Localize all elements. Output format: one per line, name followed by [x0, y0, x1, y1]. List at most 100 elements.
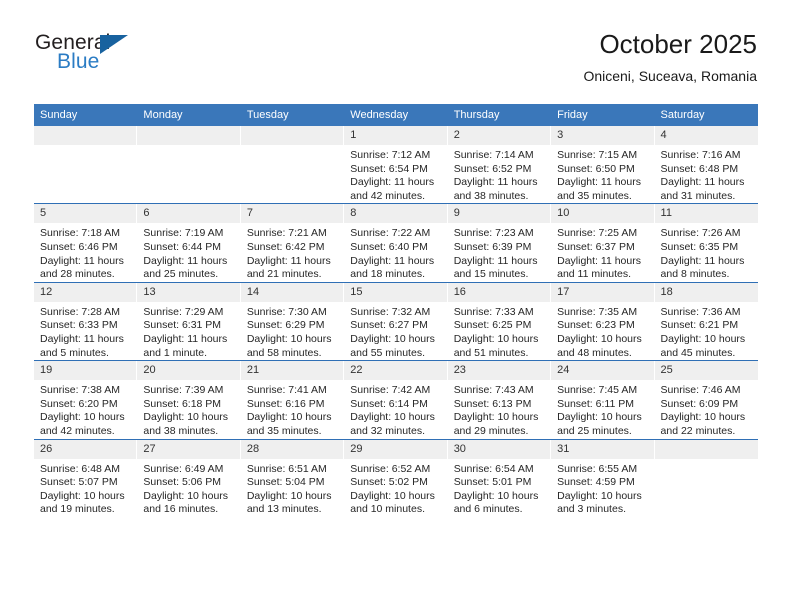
daylight-text-line2: and 15 minutes. — [453, 268, 529, 281]
daylight-text-line2: and 38 minutes. — [143, 424, 219, 437]
daylight-text-line2: and 16 minutes. — [143, 503, 219, 516]
daylight-text-line1: Daylight: 11 hours — [557, 254, 641, 267]
sunrise-text: Sunrise: 7:39 AM — [143, 384, 224, 397]
daylight-text-line1: Daylight: 10 hours — [660, 411, 746, 424]
daylight-text-line2: and 29 minutes. — [453, 424, 529, 437]
sunset-text: Sunset: 6:11 PM — [557, 397, 634, 410]
calendar-day-cell[interactable]: 29 Sunrise: 6:52 AM Sunset: 5:02 PM Dayligh… — [344, 438, 448, 517]
day-details — [137, 145, 240, 150]
calendar-day-cell[interactable]: 15 Sunrise: 7:32 AM Sunset: 6:27 PM Dayligh… — [344, 281, 448, 361]
day-details — [241, 145, 344, 150]
daylight-text-line1: Daylight: 11 hours — [143, 254, 228, 267]
calendar-day-cell[interactable]: 31 Sunrise: 6:55 AM Sunset: 4:59 PM Dayligh… — [551, 438, 655, 517]
weekday-header-row: Sunday Monday Tuesday Wednesday Thursday… — [34, 104, 758, 126]
calendar-day-cell[interactable]: 12 Sunrise: 7:28 AM Sunset: 6:33 PM Dayligh… — [34, 281, 138, 361]
sunrise-text: Sunrise: 7:14 AM — [453, 149, 534, 161]
calendar-day-cell[interactable]: 26 Sunrise: 6:48 AM Sunset: 5:07 PM Dayligh… — [34, 438, 138, 517]
sunset-text: Sunset: 6:25 PM — [453, 319, 532, 332]
calendar-day-cell[interactable]: 13 Sunrise: 7:29 AM Sunset: 6:31 PM Dayligh… — [137, 281, 241, 361]
calendar-page: General Blue October 2025 Oniceni, Sucea… — [0, 0, 792, 612]
calendar-day-cell[interactable]: 1 Sunrise: 7:12 AM Sunset: 6:54 PM Daylight… — [344, 126, 448, 204]
day-details: Sunrise: 7:26 AM Sunset: 6:35 PM Daylight:… — [655, 223, 758, 281]
calendar-day-cell[interactable]: 8 Sunrise: 7:22 AM Sunset: 6:40 PM Daylight… — [344, 203, 448, 283]
sunset-text: Sunset: 6:27 PM — [350, 319, 428, 332]
sunset-text: Sunset: 4:59 PM — [557, 476, 635, 489]
calendar-day-cell[interactable]: 5 Sunrise: 7:18 AM Sunset: 6:46 PM Daylight… — [34, 203, 138, 283]
calendar-day-cell[interactable]: 17 Sunrise: 7:35 AM Sunset: 6:23 PM Dayligh… — [551, 281, 655, 361]
calendar-day-cell[interactable]: 2 Sunrise: 7:14 AM Sunset: 6:52 PM Daylight… — [447, 126, 552, 204]
calendar-day-cell[interactable]: 18 Sunrise: 7:36 AM Sunset: 6:21 PM Dayligh… — [654, 281, 758, 361]
calendar-week-row: 26 Sunrise: 6:48 AM Sunset: 5:07 PM Dayligh… — [34, 438, 758, 517]
calendar-day-cell[interactable]: 16 Sunrise: 7:33 AM Sunset: 6:25 PM Dayligh… — [447, 281, 552, 361]
day-number: 10 — [551, 204, 655, 224]
calendar-day-cell[interactable]: 21 Sunrise: 7:41 AM Sunset: 6:16 PM Dayligh… — [240, 360, 345, 439]
day-details: Sunrise: 7:43 AM Sunset: 6:13 PM Daylight:… — [448, 380, 551, 438]
calendar-day-cell[interactable]: 11 Sunrise: 7:26 AM Sunset: 6:35 PM Dayligh… — [654, 203, 758, 283]
page-header: General Blue October 2025 Oniceni, Sucea… — [0, 0, 792, 100]
sunset-text: Sunset: 6:39 PM — [453, 240, 532, 253]
calendar-day-cell[interactable]: 6 Sunrise: 7:19 AM Sunset: 6:44 PM Daylight… — [137, 203, 241, 283]
day-number — [654, 439, 758, 459]
calendar-day-cell[interactable]: 7 Sunrise: 7:21 AM Sunset: 6:42 PM Daylight… — [240, 203, 345, 283]
calendar-week-row: 5 Sunrise: 7:18 AM Sunset: 6:46 PM Daylight… — [34, 203, 758, 283]
day-details: Sunrise: 6:54 AM Sunset: 5:01 PM Daylight:… — [448, 459, 551, 517]
sunrise-text: Sunrise: 7:33 AM — [453, 305, 534, 318]
day-details: Sunrise: 7:42 AM Sunset: 6:14 PM Daylight:… — [344, 380, 447, 438]
calendar-day-cell[interactable]: 28 Sunrise: 6:51 AM Sunset: 5:04 PM Dayligh… — [240, 438, 345, 517]
daylight-text-line2: and 31 minutes. — [660, 189, 736, 202]
daylight-text-line1: Daylight: 10 hours — [453, 411, 539, 424]
sunset-text: Sunset: 6:35 PM — [660, 240, 739, 253]
calendar-grid: Sunday Monday Tuesday Wednesday Thursday… — [34, 104, 758, 517]
daylight-text-line1: Daylight: 11 hours — [246, 254, 331, 267]
calendar-day-cell[interactable]: 10 Sunrise: 7:25 AM Sunset: 6:37 PM Dayligh… — [551, 203, 655, 283]
day-details: Sunrise: 7:21 AM Sunset: 6:42 PM Daylight:… — [241, 223, 344, 281]
calendar-day-cell[interactable]: 24 Sunrise: 7:45 AM Sunset: 6:11 PM Dayligh… — [551, 360, 655, 439]
day-details: Sunrise: 7:45 AM Sunset: 6:11 PM Daylight:… — [551, 380, 654, 438]
sunset-text: Sunset: 6:31 PM — [143, 319, 222, 332]
calendar-empty-cell — [34, 126, 138, 204]
calendar-day-cell[interactable]: 14 Sunrise: 7:30 AM Sunset: 6:29 PM Dayligh… — [240, 281, 345, 361]
day-details: Sunrise: 6:55 AM Sunset: 4:59 PM Daylight:… — [551, 459, 654, 517]
day-details: Sunrise: 7:16 AM Sunset: 6:48 PM Daylight:… — [655, 145, 758, 203]
calendar-empty-cell — [137, 126, 241, 204]
sunset-text: Sunset: 6:29 PM — [246, 319, 325, 332]
weekday-header-tuesday: Tuesday — [240, 104, 345, 126]
calendar-day-cell[interactable]: 3 Sunrise: 7:15 AM Sunset: 6:50 PM Daylight… — [551, 126, 655, 204]
calendar-day-cell[interactable]: 30 Sunrise: 6:54 AM Sunset: 5:01 PM Dayligh… — [447, 438, 552, 517]
calendar-day-cell[interactable]: 20 Sunrise: 7:39 AM Sunset: 6:18 PM Dayligh… — [137, 360, 241, 439]
day-number: 18 — [654, 282, 758, 302]
day-details: Sunrise: 6:52 AM Sunset: 5:02 PM Daylight:… — [344, 459, 447, 517]
calendar-day-cell[interactable]: 19 Sunrise: 7:38 AM Sunset: 6:20 PM Dayligh… — [34, 360, 138, 439]
calendar-day-cell[interactable]: 22 Sunrise: 7:42 AM Sunset: 6:14 PM Dayligh… — [344, 360, 448, 439]
calendar-day-cell[interactable]: 4 Sunrise: 7:16 AM Sunset: 6:48 PM Daylight… — [654, 126, 758, 204]
day-number — [34, 126, 138, 145]
daylight-text-line2: and 35 minutes. — [557, 189, 632, 202]
daylight-text-line2: and 3 minutes. — [557, 503, 626, 516]
daylight-text-line1: Daylight: 11 hours — [557, 176, 641, 189]
daylight-text-line1: Daylight: 10 hours — [246, 332, 332, 345]
daylight-text-line2: and 58 minutes. — [246, 346, 322, 359]
calendar-day-cell[interactable]: 25 Sunrise: 7:46 AM Sunset: 6:09 PM Dayligh… — [654, 360, 758, 439]
daylight-text-line1: Daylight: 10 hours — [143, 411, 229, 424]
day-number — [137, 126, 241, 145]
calendar-day-cell[interactable]: 27 Sunrise: 6:49 AM Sunset: 5:06 PM Dayligh… — [137, 438, 241, 517]
daylight-text-line1: Daylight: 10 hours — [350, 332, 435, 345]
sunrise-text: Sunrise: 7:43 AM — [453, 384, 534, 397]
day-number: 7 — [240, 204, 345, 224]
sunset-text: Sunset: 6:50 PM — [557, 162, 635, 175]
weekday-header-friday: Friday — [551, 104, 655, 126]
daylight-text-line2: and 8 minutes. — [660, 268, 730, 281]
sunrise-text: Sunrise: 7:45 AM — [557, 384, 638, 397]
daylight-text-line2: and 28 minutes. — [40, 268, 115, 281]
daylight-text-line1: Daylight: 10 hours — [557, 489, 642, 502]
sunset-text: Sunset: 6:20 PM — [40, 397, 118, 410]
day-details: Sunrise: 7:23 AM Sunset: 6:39 PM Daylight:… — [448, 223, 551, 281]
day-number: 9 — [447, 204, 552, 224]
day-number: 20 — [137, 361, 241, 381]
day-details: Sunrise: 7:14 AM Sunset: 6:52 PM Daylight:… — [448, 145, 551, 203]
calendar-empty-cell — [654, 438, 758, 517]
calendar-day-cell[interactable]: 23 Sunrise: 7:43 AM Sunset: 6:13 PM Dayligh… — [447, 360, 552, 439]
page-title: October 2025 — [599, 29, 757, 59]
calendar-week-row: 19 Sunrise: 7:38 AM Sunset: 6:20 PM Dayligh… — [34, 360, 758, 439]
calendar-day-cell[interactable]: 9 Sunrise: 7:23 AM Sunset: 6:39 PM Daylight… — [447, 203, 552, 283]
